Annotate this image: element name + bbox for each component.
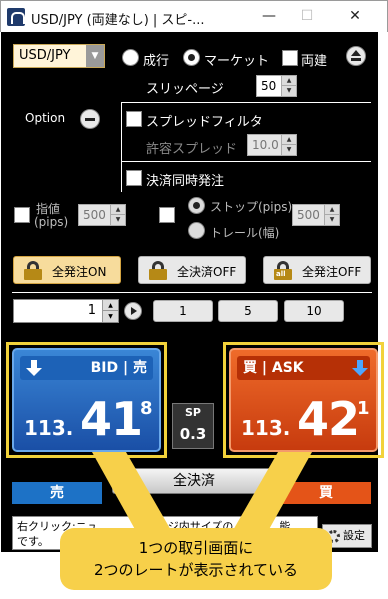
all-order-off-label: 全発注OFF: [302, 265, 362, 279]
app-icon: [7, 8, 25, 26]
limit-input[interactable]: 500 ▲ ▼: [78, 204, 126, 226]
minimize-icon[interactable]: —: [259, 7, 279, 25]
market-label: 成行: [143, 54, 170, 69]
lock-icon: [149, 261, 167, 280]
currency-pair-value: USD/JPY: [19, 48, 71, 63]
divider: [121, 161, 371, 162]
callout-line2: 2つのレートが表示されている: [93, 561, 299, 579]
radio-stop[interactable]: [188, 197, 205, 214]
increment-icon[interactable]: ▲: [110, 205, 125, 215]
bid-sell-button[interactable]: BID | 売 113. 41 8: [12, 348, 161, 452]
option-label: Option: [25, 111, 66, 125]
ask-header: 買 | ASK: [237, 356, 370, 380]
quantity-preset-5[interactable]: 5: [218, 300, 278, 322]
maximize-icon[interactable]: ☐: [297, 7, 317, 25]
close-all-off-button[interactable]: 全決済OFF: [138, 256, 246, 284]
bid-rate-pip: 8: [140, 398, 153, 419]
settings-label: 設定: [343, 529, 365, 542]
both-checkbox[interactable]: [282, 50, 298, 66]
decrement-icon[interactable]: ▼: [281, 145, 296, 155]
stop-label: ストップ(pips): [210, 200, 293, 214]
limit-unit-label: (pips): [34, 215, 69, 229]
bid-label: BID | 売: [90, 360, 147, 376]
chevron-down-icon[interactable]: ▼: [86, 45, 104, 67]
all-badge: all: [276, 270, 286, 278]
increment-icon[interactable]: ▲: [281, 135, 296, 145]
window-title: USD/JPY (両建なし) | スピ-...: [31, 13, 205, 28]
bid-header: BID | 売: [20, 356, 153, 380]
divider: [121, 102, 371, 103]
spread-filter-checkbox[interactable]: [126, 111, 142, 127]
spread-value: 0.3: [179, 425, 207, 443]
increment-icon[interactable]: ▲: [281, 76, 296, 86]
close-icon[interactable]: ✕: [345, 7, 365, 25]
quantity-input[interactable]: 1 ▲ ▼: [13, 299, 119, 323]
ask-rate-main: 42: [297, 392, 360, 446]
title-bar: USD/JPY (両建なし) | スピ-... — ☐ ✕: [0, 0, 388, 32]
increment-icon[interactable]: ▲: [102, 300, 118, 311]
both-label: 両建: [301, 54, 328, 69]
divider: [12, 292, 372, 293]
limit-checkbox[interactable]: [14, 207, 30, 223]
ask-rate-pip: 1: [357, 398, 370, 419]
arrow-down-icon: [26, 360, 42, 376]
tolerance-label: 許容スプレッド: [146, 142, 238, 157]
option-collapse-icon[interactable]: [80, 109, 100, 129]
decrement-icon[interactable]: ▼: [324, 215, 339, 225]
ask-buy-button[interactable]: 買 | ASK 113. 42 1: [229, 348, 378, 452]
decrement-icon[interactable]: ▼: [110, 215, 125, 225]
stop-value: 500: [297, 208, 320, 222]
stop-checkbox[interactable]: [159, 207, 175, 223]
slippage-value: 50: [261, 79, 277, 93]
play-icon[interactable]: [124, 302, 142, 320]
bid-rate-prefix: 113.: [24, 416, 74, 440]
collapse-icon[interactable]: [346, 46, 366, 66]
trail-label: トレール(幅): [210, 226, 280, 240]
annotation-callout: 1つの取引画面に 2つのレートが表示されている: [60, 528, 332, 590]
tolerance-input[interactable]: 10.0 ▲ ▼: [247, 134, 297, 156]
callout-line1: 1つの取引画面に: [138, 539, 254, 557]
close-all-off-label: 全決済OFF: [177, 265, 237, 279]
tolerance-value: 10.0: [252, 138, 279, 152]
all-order-on-button[interactable]: 全発注ON: [13, 256, 121, 284]
ask-rate-prefix: 113.: [241, 416, 291, 440]
radio-marketable[interactable]: [183, 49, 200, 66]
arrow-down-icon: [352, 360, 368, 376]
simultaneous-checkbox[interactable]: [126, 170, 142, 186]
all-order-off-button[interactable]: all 全発注OFF: [263, 256, 371, 284]
slippage-label: スリッページ: [146, 82, 224, 97]
ask-label: 買 | ASK: [243, 360, 304, 376]
slippage-input[interactable]: 50 ▲ ▼: [256, 75, 297, 97]
sell-position-bar[interactable]: 売: [12, 482, 102, 504]
quantity-value: 1: [87, 303, 96, 318]
currency-pair-select[interactable]: USD/JPY ▼: [13, 44, 105, 68]
lock-icon: [24, 261, 42, 280]
simultaneous-label: 決済同時発注: [146, 174, 225, 189]
all-order-on-label: 全発注ON: [52, 265, 107, 279]
decrement-icon[interactable]: ▼: [102, 311, 118, 322]
marketable-label: マーケット: [204, 54, 270, 69]
bid-rate-main: 41: [80, 392, 143, 446]
spread-display: SP 0.3: [172, 403, 214, 449]
quantity-preset-10[interactable]: 10: [284, 300, 344, 322]
lock-all-icon: all: [274, 261, 292, 280]
option-divider: [121, 102, 122, 192]
decrement-icon[interactable]: ▼: [281, 86, 296, 96]
limit-value: 500: [83, 208, 106, 222]
spread-label: SP: [185, 406, 201, 419]
increment-icon[interactable]: ▲: [324, 205, 339, 215]
radio-trail[interactable]: [188, 222, 205, 239]
quantity-preset-1[interactable]: 1: [153, 300, 213, 322]
radio-market[interactable]: [122, 49, 139, 66]
stop-input[interactable]: 500 ▲ ▼: [292, 204, 340, 226]
spread-filter-label: スプレッドフィルタ: [146, 115, 263, 130]
